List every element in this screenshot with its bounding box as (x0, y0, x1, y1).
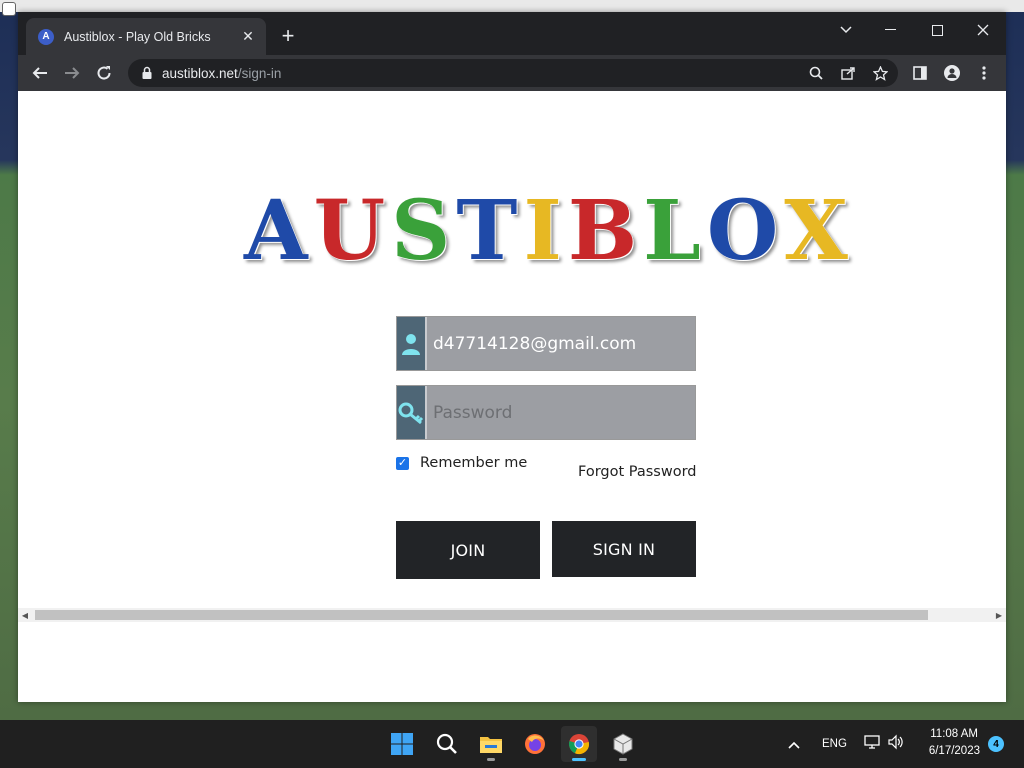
show-hidden-icons-chevron-icon[interactable] (788, 736, 800, 754)
password-input[interactable] (425, 386, 695, 439)
background-app-titlebar (0, 0, 1024, 12)
password-field-wrapper (396, 385, 696, 440)
browser-window: A Austiblox - Play Old Bricks ✕ + austib… (18, 12, 1006, 702)
share-icon[interactable] (838, 63, 858, 83)
forgot-password-link[interactable]: Forgot Password (578, 464, 697, 480)
running-indicator (487, 758, 495, 761)
zoom-search-icon[interactable] (806, 63, 826, 83)
back-button[interactable] (26, 59, 54, 87)
logo-letter: T (456, 183, 518, 279)
side-panel-icon[interactable] (906, 59, 934, 87)
browser-titlebar: A Austiblox - Play Old Bricks ✕ + (18, 12, 1006, 55)
horizontal-scrollbar[interactable]: ◀ ▶ (18, 608, 1006, 622)
email-input[interactable] (425, 317, 695, 370)
email-field-wrapper (396, 316, 696, 371)
reload-button[interactable] (90, 59, 118, 87)
logo-letter: L (643, 183, 701, 279)
key-icon (397, 386, 425, 439)
firefox-icon[interactable] (517, 726, 553, 762)
tab-title: Austiblox - Play Old Bricks (64, 29, 211, 44)
language-indicator[interactable]: ENG (822, 738, 847, 750)
remember-me[interactable]: ✓ Remember me (396, 453, 527, 473)
chrome-icon[interactable] (561, 726, 597, 762)
join-button[interactable]: JOIN (396, 521, 540, 579)
background-app-icon (2, 2, 16, 16)
notification-badge[interactable]: 4 (988, 736, 1004, 752)
new-tab-button[interactable]: + (276, 25, 300, 49)
address-bar[interactable]: austiblox.net/sign-in (128, 59, 898, 87)
url-text: austiblox.net/sign-in (162, 65, 282, 81)
logo-letter: A (244, 183, 308, 279)
page-content: AUSTIBLOX ✓ Remember me Forgot Password … (18, 91, 1006, 687)
logo-letter: U (313, 183, 386, 279)
file-explorer-icon[interactable] (473, 726, 509, 762)
profile-icon[interactable] (938, 59, 966, 87)
browser-toolbar: austiblox.net/sign-in (18, 55, 1006, 91)
austiblox-logo: AUSTIBLOX (244, 189, 848, 273)
tab-search-chevron-icon[interactable] (824, 16, 868, 44)
minimize-button[interactable] (868, 16, 912, 44)
start-button[interactable] (384, 726, 420, 762)
network-icon[interactable] (864, 734, 880, 755)
austiblox-favicon-icon: A (38, 28, 54, 45)
scroll-left-arrow-icon[interactable]: ◀ (18, 608, 32, 622)
logo-letter: O (706, 183, 779, 279)
volume-icon[interactable] (887, 734, 903, 755)
maximize-button[interactable] (915, 16, 959, 44)
clock-time[interactable]: 11:08 AM (922, 728, 978, 740)
logo-letter: S (391, 183, 451, 279)
forward-button[interactable] (58, 59, 86, 87)
bookmark-star-icon[interactable] (870, 63, 890, 83)
menu-kebab-icon[interactable] (970, 59, 998, 87)
logo-letter: I (523, 183, 562, 279)
sign-in-button[interactable]: SIGN IN (552, 521, 696, 577)
close-window-button[interactable] (961, 16, 1005, 44)
user-icon (397, 317, 425, 370)
logo-letter: X (784, 183, 848, 279)
running-indicator (619, 758, 627, 761)
cube-app-icon[interactable] (605, 726, 641, 762)
remember-me-label: Remember me (420, 455, 528, 471)
active-indicator (572, 758, 586, 761)
scroll-right-arrow-icon[interactable]: ▶ (992, 608, 1006, 622)
tab-close-icon[interactable]: ✕ (238, 27, 258, 47)
windows-taskbar: ENG 11:08 AM 6/17/2023 (0, 720, 1024, 768)
remember-me-checkbox[interactable]: ✓ (396, 456, 409, 470)
lock-icon[interactable] (140, 66, 154, 80)
logo-letter: B (567, 183, 638, 279)
clock-date[interactable]: 6/17/2023 (920, 745, 980, 757)
tab-austiblox[interactable]: A Austiblox - Play Old Bricks ✕ (26, 18, 266, 55)
scrollbar-thumb[interactable] (35, 610, 928, 620)
search-icon[interactable] (429, 726, 465, 762)
